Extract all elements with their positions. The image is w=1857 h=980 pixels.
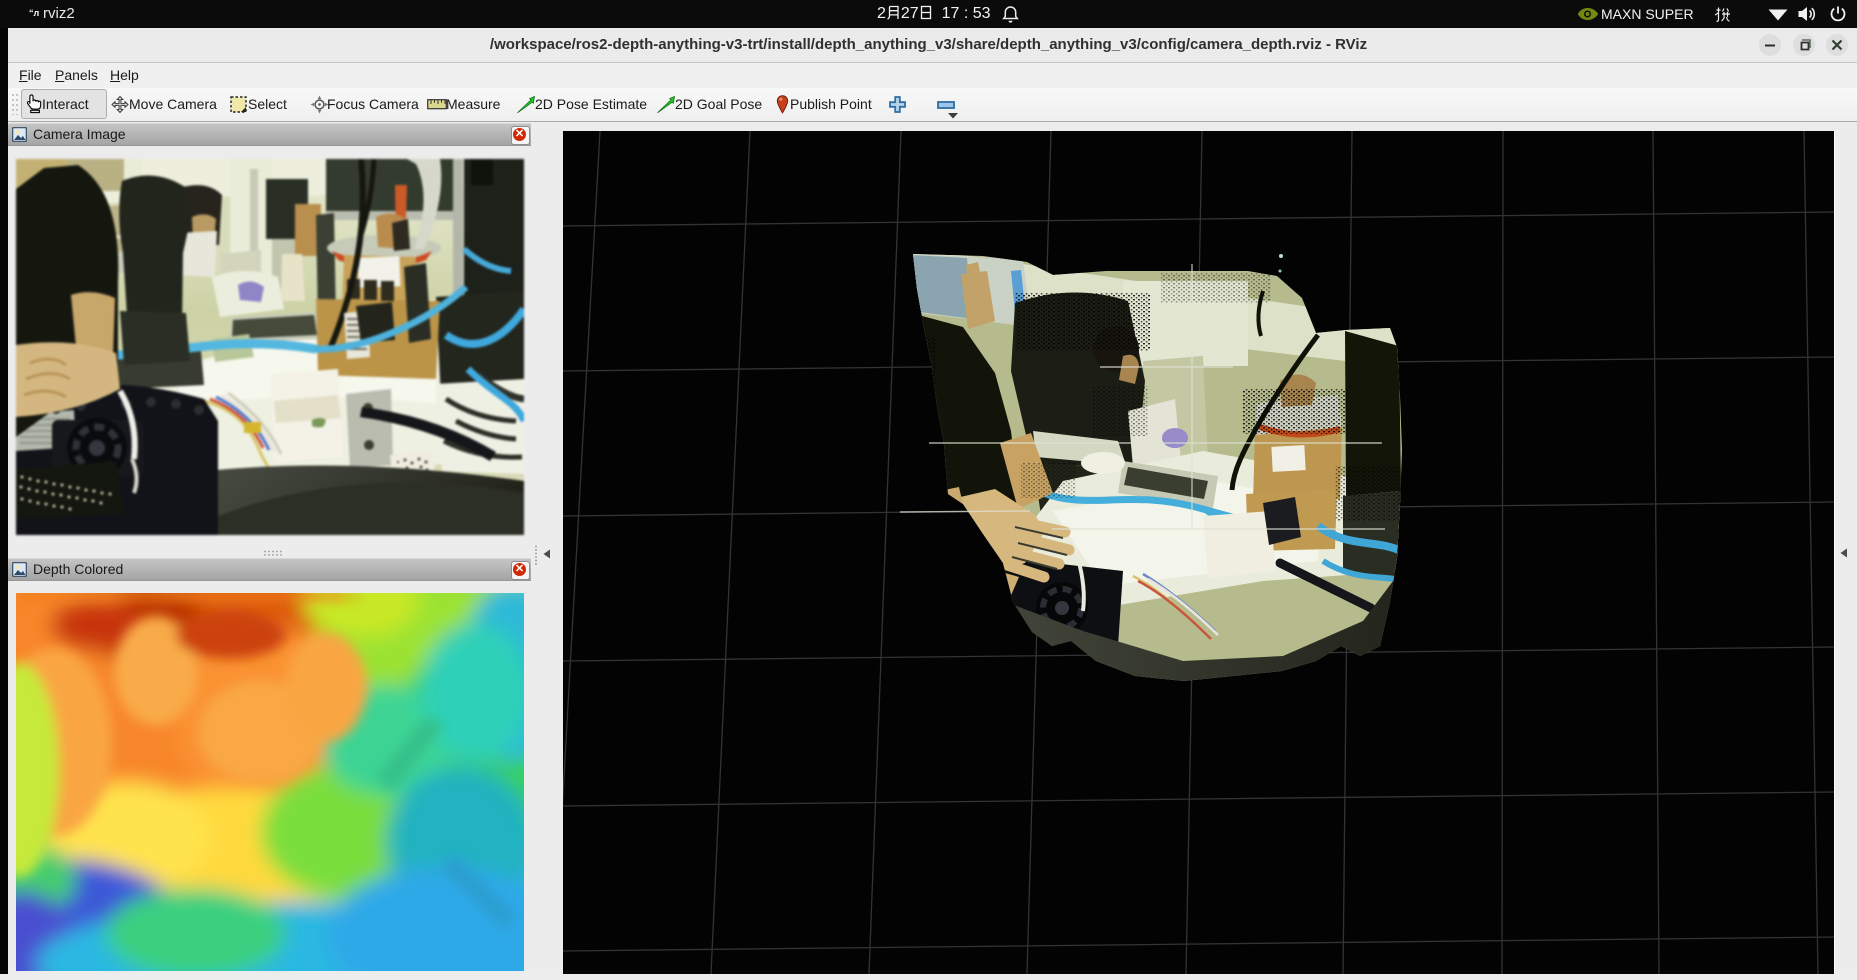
- svg-text:“л: “л: [29, 8, 39, 18]
